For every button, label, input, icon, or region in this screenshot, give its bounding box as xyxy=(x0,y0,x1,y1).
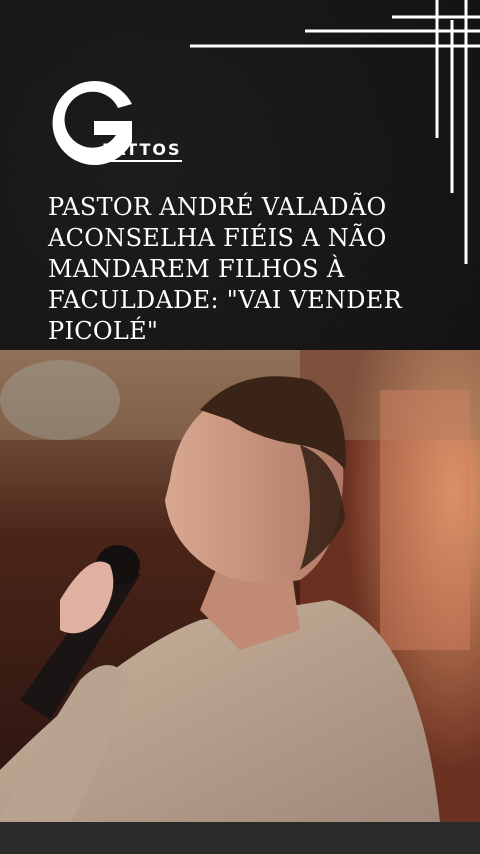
post-canvas: G FATTOS PASTOR ANDRÉ VALADÃO ACONSELHA … xyxy=(0,0,480,854)
preacher-photo xyxy=(0,350,480,822)
headline: PASTOR ANDRÉ VALADÃO ACONSELHA FIÉIS A N… xyxy=(48,193,402,345)
photo-illustration xyxy=(0,350,480,822)
bottom-strip xyxy=(0,822,480,854)
logo-wordmark: FATTOS xyxy=(102,142,182,162)
